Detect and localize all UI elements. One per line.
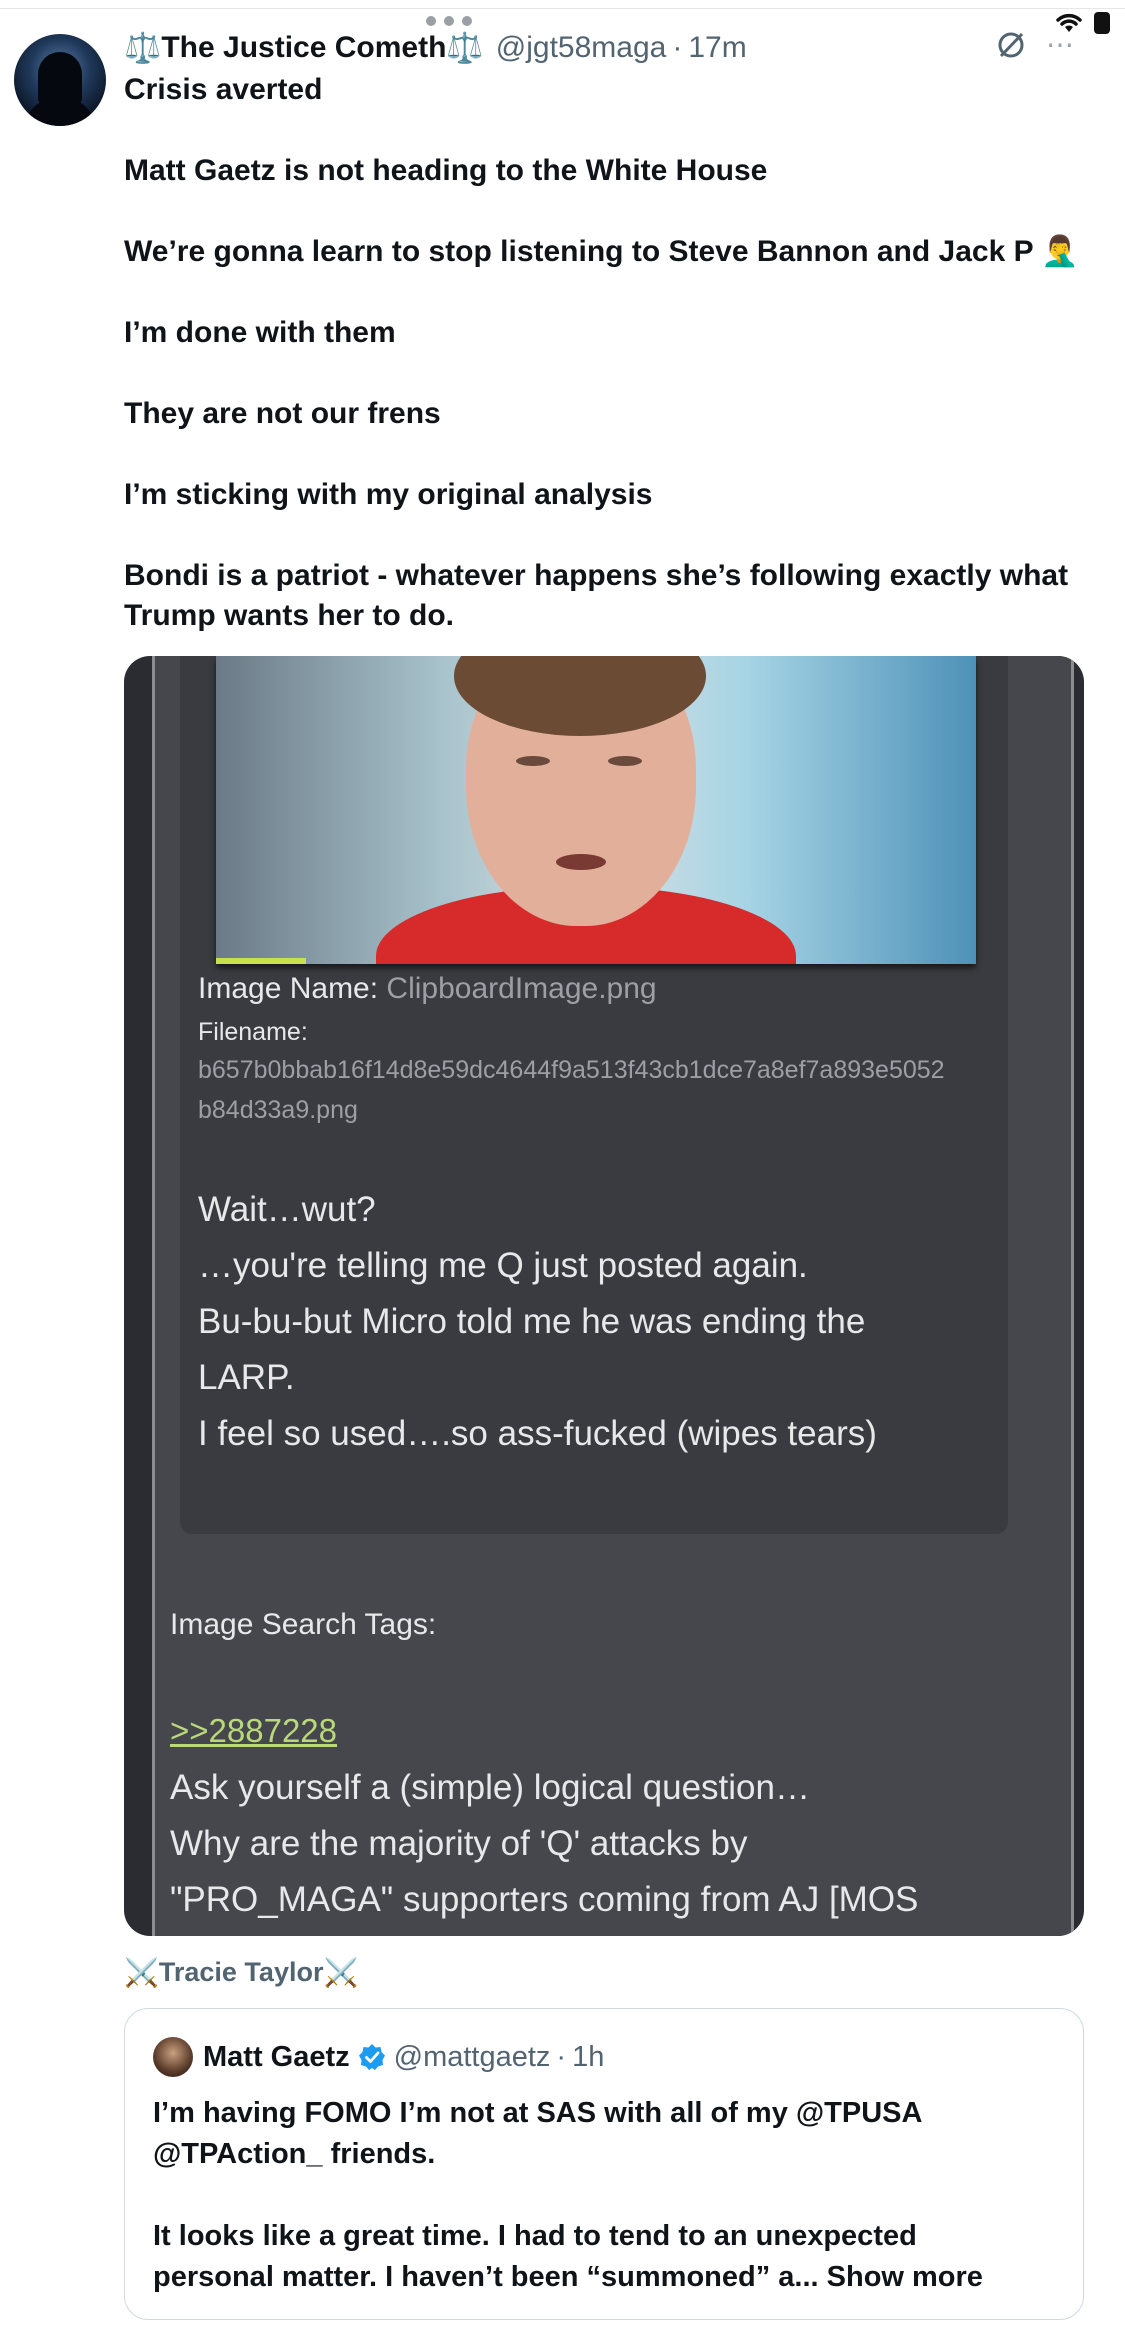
post-time[interactable]: 17m (688, 31, 746, 65)
crossed-swords-icon: ⚔️ (323, 1956, 359, 1988)
post-line: Crisis averted (124, 73, 323, 106)
grok-icon[interactable] (996, 30, 1026, 60)
author-name[interactable]: The Justice Cometh (161, 31, 446, 65)
quoted-line: @TPAction_ friends. (153, 2138, 436, 2170)
caption-line: Wait…wut? (198, 1190, 376, 1229)
image-name-row: Image Name: ClipboardImage.png (198, 972, 657, 1006)
author-handle[interactable]: @jgt58maga (496, 31, 667, 65)
scales-icon: ⚖️ (446, 31, 484, 65)
caption-line: LARP. (198, 1358, 295, 1397)
verified-badge-icon (358, 2044, 385, 2070)
filename-value: b657b0bbab16f14d8e59dc4644f9a513f43cb1dc… (198, 1056, 945, 1084)
image-name-value: ClipboardImage.png (386, 972, 657, 1005)
quoted-post-time[interactable]: 1h (572, 2041, 604, 2074)
post-line: I’m done with them (124, 316, 396, 349)
post-line: Matt Gaetz is not heading to the White H… (124, 154, 768, 187)
separator-dot: · (672, 31, 683, 64)
quoted-author-name[interactable]: Matt Gaetz (203, 2041, 350, 2074)
author-avatar[interactable] (14, 34, 106, 126)
post-text: Crisis averted Matt Gaetz is not heading… (124, 70, 1094, 636)
caption-line: Bu-bu-but Micro told me he was ending th… (198, 1302, 866, 1341)
quoted-line-last: personal matter. I haven’t been “summone… (153, 2257, 1053, 2298)
crossed-swords-icon: ⚔️ (124, 1956, 159, 1988)
separator-dot: · (556, 2040, 567, 2073)
post-line: Why are the majority of 'Q' attacks by (170, 1824, 748, 1863)
quoted-line: I’m having FOMO I’m not at SAS with all … (153, 2097, 923, 2129)
filename-label: Filename: (198, 1018, 308, 1046)
quote-link: >>2887228 (170, 1712, 338, 1749)
post-line: "PRO_MAGA" supporters coming from AJ [MO… (170, 1880, 919, 1919)
quoted-post[interactable]: Matt Gaetz @mattgaetz · 1h I’m having FO… (124, 2008, 1084, 2320)
post-media-image[interactable]: Image Name: ClipboardImage.png Filename:… (124, 656, 1084, 1936)
quoted-author-handle[interactable]: @mattgaetz (394, 2041, 551, 2074)
post-line: Bondi is a patriot - whatever happens sh… (124, 559, 1069, 592)
battery-icon (1094, 12, 1110, 34)
post-header: ⚖️ The Justice Cometh ⚖️ @jgt58maga · 17… (124, 28, 747, 68)
post-line: They are not our frens (124, 397, 441, 430)
quoted-post-text: I’m having FOMO I’m not at SAS with all … (153, 2093, 1053, 2298)
quoted-author-avatar[interactable] (153, 2037, 193, 2077)
media-photo (216, 656, 976, 964)
post-line: We’re gonna learn to stop listening to S… (124, 235, 1079, 268)
quoted-line: It looks like a great time. I had to ten… (153, 2220, 917, 2252)
search-tags-label: Image Search Tags: (170, 1608, 437, 1641)
quoted-post-header: Matt Gaetz @mattgaetz · 1h (153, 2037, 604, 2077)
show-more-link[interactable]: Show more (827, 2261, 983, 2293)
post-line: I’m sticking with my original analysis (124, 478, 653, 511)
media-attribution[interactable]: ⚔️ Tracie Taylor ⚔️ (124, 1952, 358, 1992)
caption-line: …you're telling me Q just posted again. (198, 1246, 808, 1285)
post-line: Trump wants her to do. (124, 599, 455, 632)
scales-icon: ⚖️ (124, 31, 162, 65)
quoted-line: personal matter. I haven’t been “summone… (153, 2261, 819, 2293)
filename-value: b84d33a9.png (198, 1096, 358, 1124)
more-options-icon[interactable]: ⋯ (1046, 28, 1076, 61)
image-name-label: Image Name: (198, 972, 379, 1005)
more-dots-icon[interactable] (426, 16, 472, 26)
top-divider (0, 8, 1125, 9)
post-line: Ask yourself a (simple) logical question… (170, 1768, 810, 1807)
attribution-name[interactable]: Tracie Taylor (159, 1957, 324, 1988)
caption-line: I feel so used….so ass-fucked (wipes tea… (198, 1414, 877, 1453)
